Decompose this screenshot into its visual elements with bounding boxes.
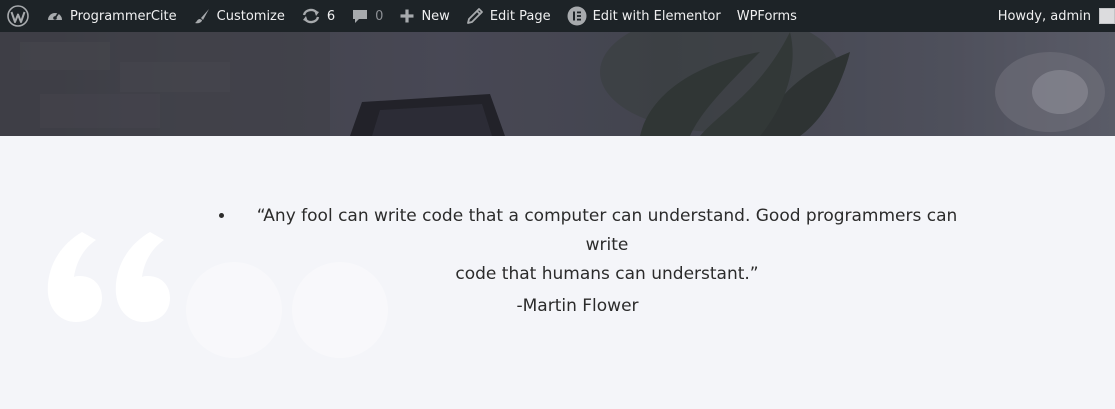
elementor-icon	[567, 6, 587, 26]
quote-text: “Any fool can write code that a computer…	[236, 202, 978, 289]
elementor-menu[interactable]: Edit with Elementor	[559, 0, 729, 32]
greeting-label: Howdy, admin	[997, 8, 1091, 24]
site-name-menu[interactable]: ProgrammerCite	[38, 0, 185, 32]
quote-line-2: code that humans can understant.”	[455, 264, 759, 284]
wordpress-logo-icon	[7, 5, 29, 27]
new-content-menu[interactable]: New	[391, 0, 457, 32]
elementor-label: Edit with Elementor	[592, 8, 721, 24]
plus-icon	[399, 8, 415, 24]
dashboard-icon	[46, 7, 64, 25]
avatar	[1099, 8, 1115, 24]
brush-icon	[193, 7, 211, 25]
quote-line-1: “Any fool can write code that a computer…	[256, 206, 958, 255]
comments-count: 0	[375, 8, 384, 24]
site-name-label: ProgrammerCite	[70, 8, 177, 24]
wpforms-label: WPForms	[736, 8, 797, 24]
comments-menu[interactable]: 0	[343, 0, 391, 32]
testimonial-section: “Any fool can write code that a computer…	[0, 136, 1115, 409]
updates-icon	[301, 7, 321, 25]
edit-page-label: Edit Page	[489, 8, 551, 24]
quote-list: “Any fool can write code that a computer…	[218, 202, 978, 289]
comments-icon	[351, 7, 369, 25]
edit-page-menu[interactable]: Edit Page	[458, 0, 559, 32]
admin-bar: ProgrammerCite Customize 6 0 New Edit Pa…	[0, 0, 1115, 32]
new-label: New	[421, 8, 450, 24]
quote-author: -Martin Flower	[516, 296, 639, 316]
updates-menu[interactable]: 6	[293, 0, 343, 32]
pencil-icon	[466, 7, 484, 25]
hero-background-image	[0, 32, 1115, 136]
wpforms-menu[interactable]: WPForms	[729, 0, 805, 32]
updates-count: 6	[326, 8, 336, 24]
wordpress-logo-menu[interactable]	[0, 0, 38, 32]
customize-label: Customize	[216, 8, 285, 24]
my-account-menu[interactable]: Howdy, admin	[990, 0, 1115, 32]
customize-menu[interactable]: Customize	[185, 0, 293, 32]
